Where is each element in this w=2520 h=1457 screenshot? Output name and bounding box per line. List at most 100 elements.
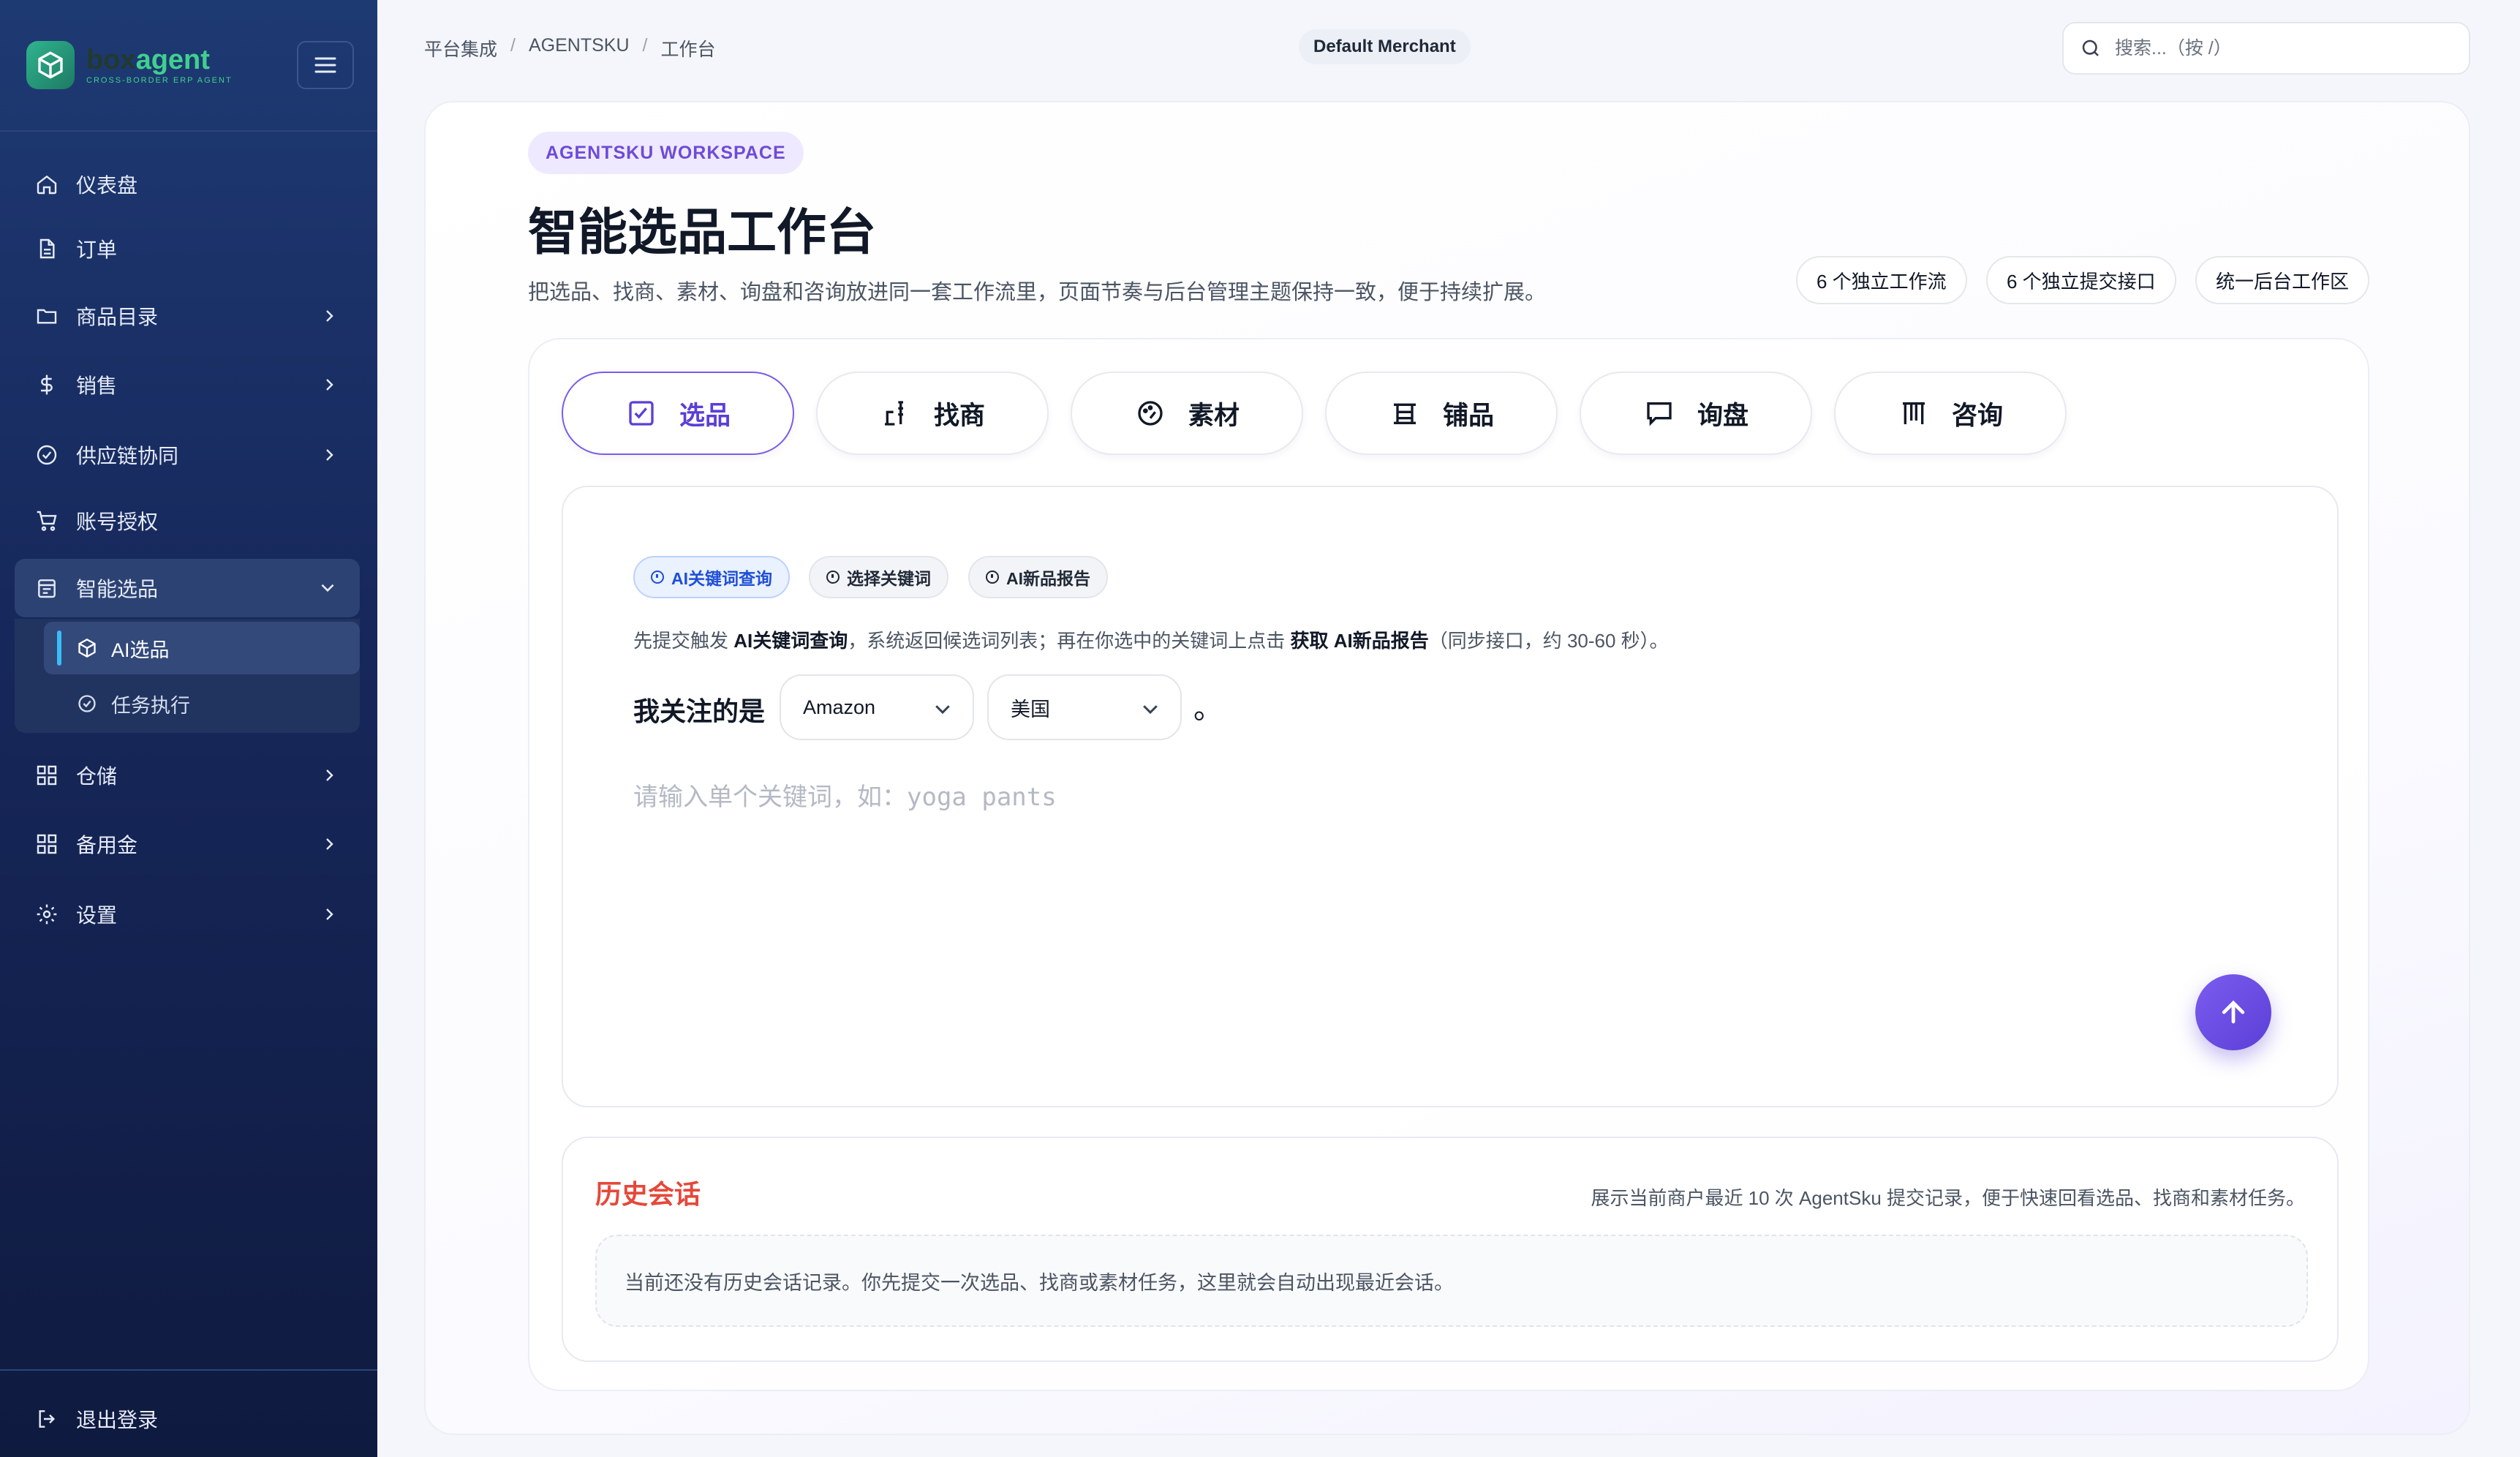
sidebar-item-warehouse[interactable]: 仓储 <box>15 746 360 805</box>
search-icon <box>2082 39 2099 56</box>
merchant-badge[interactable]: Default Merchant <box>1299 29 1471 64</box>
mode-label: 选择关键词 <box>847 569 931 588</box>
info-pill: 统一后台工作区 <box>2195 256 2370 304</box>
chevron-right-icon <box>326 908 333 920</box>
tab-selection[interactable]: 选品 <box>562 372 794 455</box>
sidebar-item-reserve-fund[interactable]: 备用金 <box>15 815 360 873</box>
info-icon <box>651 571 664 584</box>
sidebar-item-dashboard[interactable]: 仪表盘 <box>15 155 360 214</box>
sidebar-item-orders[interactable]: 订单 <box>15 219 360 278</box>
selection-panel: AI关键词查询 选择关键词 AI新品报告 先提交触发 AI关键词查询，系统返回候… <box>562 486 2339 1107</box>
mode-label: AI关键词查询 <box>671 569 772 588</box>
breadcrumb: 平台集成 / AGENTSKU / 工作台 <box>424 35 715 61</box>
workflow-container: 选品 找商 素材 铺品 询盘 咨询 AI关键词查询 选择关键词 AI新品报告 先… <box>528 338 2369 1391</box>
mode-ai-report[interactable]: AI新品报告 <box>968 556 1108 598</box>
mode-select-keyword[interactable]: 选择关键词 <box>809 556 948 598</box>
hamburger-icon <box>314 57 336 73</box>
info-pill: 6 个独立工作流 <box>1796 256 1967 304</box>
chevron-right-icon <box>326 838 333 850</box>
chevron-right-icon <box>326 310 333 322</box>
info-icon <box>826 571 840 584</box>
sidebar-item-label: 备用金 <box>76 834 138 856</box>
sidebar-item-account-auth[interactable]: 账号授权 <box>15 492 360 550</box>
sidebar-item-label: 仪表盘 <box>76 174 138 197</box>
workspace-card: AGENTSKU WORKSPACE 智能选品工作台 把选品、找商、素材、询盘和… <box>424 101 2470 1435</box>
sidebar-item-smart-selection[interactable]: 智能选品 <box>15 559 360 617</box>
check-circle-icon <box>76 693 98 715</box>
sidebar-item-catalog[interactable]: 商品目录 <box>15 287 360 345</box>
mode-label: AI新品报告 <box>1006 569 1090 588</box>
tab-label: 询盘 <box>1697 401 1748 430</box>
sidebar-subitem-label: 任务执行 <box>111 694 190 717</box>
sidebar-item-label: 销售 <box>76 374 118 397</box>
history-title: 历史会话 <box>595 1179 701 1209</box>
chevron-right-icon <box>326 769 333 781</box>
tab-find-supplier[interactable]: 找商 <box>816 372 1049 455</box>
tab-consult[interactable]: 咨询 <box>1834 372 2067 455</box>
cart-icon <box>34 508 60 534</box>
breadcrumb-separator: / <box>642 35 648 56</box>
sidebar-item-label: 设置 <box>76 904 118 927</box>
tab-inquiry[interactable]: 询盘 <box>1580 372 1812 455</box>
sidebar-item-supply-chain[interactable]: 供应链协同 <box>15 426 360 484</box>
sidebar-item-sales[interactable]: 销售 <box>15 355 360 414</box>
sidebar-subitem-ai-selection[interactable]: AI选品 <box>44 622 360 674</box>
platform-select[interactable]: Amazon <box>780 674 974 740</box>
sidebar-divider <box>0 130 377 132</box>
search-box[interactable] <box>2062 22 2470 75</box>
gear-icon <box>34 901 60 927</box>
sidebar: boxagent CROSS-BORDER ERP AGENT 仪表盘 订单 商… <box>0 0 377 1457</box>
sidebar-subitem-label: AI选品 <box>111 639 170 661</box>
document-icon <box>34 236 60 262</box>
page-description: 把选品、找商、素材、询盘和咨询放进同一套工作流里，页面节奏与后台管理主题保持一致… <box>528 281 1547 304</box>
info-icon <box>986 571 999 584</box>
keyword-input[interactable] <box>633 775 2271 819</box>
focus-label: 我关注的是 <box>633 696 766 726</box>
smart-selection-submenu: AI选品 任务执行 <box>15 619 360 733</box>
sidebar-item-settings[interactable]: 设置 <box>15 885 360 944</box>
folder-icon <box>34 303 60 329</box>
sidebar-item-label: 仓储 <box>76 765 118 788</box>
mode-ai-keyword-query[interactable]: AI关键词查询 <box>633 556 790 598</box>
chevron-right-icon <box>326 449 333 461</box>
country-value: 美国 <box>1011 698 1050 720</box>
country-select[interactable]: 美国 <box>987 674 1182 740</box>
platform-value: Amazon <box>803 696 876 718</box>
tab-listing[interactable]: 铺品 <box>1325 372 1558 455</box>
workspace-tag: AGENTSKU WORKSPACE <box>528 132 804 174</box>
menu-toggle-button[interactable] <box>297 41 354 89</box>
history-section: 历史会话 展示当前商户最近 10 次 AgentSku 提交记录，便于快速回看选… <box>562 1137 2339 1362</box>
sidebar-subitem-task-execution[interactable]: 任务执行 <box>44 677 360 730</box>
chevron-down-icon <box>321 584 334 592</box>
breadcrumb-separator: / <box>510 35 516 56</box>
logout-icon <box>34 1406 60 1432</box>
logout-button[interactable]: 退出登录 <box>15 1390 360 1448</box>
palette-icon <box>1134 397 1166 429</box>
breadcrumb-item-current: 工作台 <box>660 39 716 60</box>
breadcrumb-item[interactable]: 平台集成 <box>424 35 497 61</box>
sidebar-item-label: 智能选品 <box>76 578 159 601</box>
calendar-icon <box>34 575 60 601</box>
grid-icon <box>34 762 60 788</box>
submit-button[interactable] <box>2195 974 2271 1050</box>
brand[interactable]: boxagent CROSS-BORDER ERP AGENT <box>26 41 233 89</box>
columns-icon <box>1898 397 1930 429</box>
history-note: 展示当前商户最近 10 次 AgentSku 提交记录，便于快速回看选品、找商和… <box>1591 1187 2305 1209</box>
tab-label: 咨询 <box>1951 401 2003 430</box>
chevron-down-icon <box>1143 705 1158 715</box>
sidebar-item-label: 订单 <box>76 238 118 261</box>
cube-icon <box>76 637 98 659</box>
tab-materials[interactable]: 素材 <box>1071 372 1303 455</box>
chevron-right-icon <box>326 379 333 391</box>
sentence-end: 。 <box>1193 693 1223 725</box>
check-circle-icon <box>34 442 60 468</box>
tab-label: 找商 <box>933 401 985 430</box>
workflow-hint: 先提交触发 AI关键词查询，系统返回候选词列表；再在你选中的关键词上点击 获取 … <box>633 630 1669 652</box>
info-pill: 6 个独立提交接口 <box>1986 256 2176 304</box>
search-input[interactable] <box>2115 37 2451 59</box>
ladder-icon <box>880 397 912 429</box>
chat-icon <box>1643 397 1675 429</box>
breadcrumb-item[interactable]: AGENTSKU <box>529 35 630 61</box>
home-icon <box>34 171 60 197</box>
arrow-up-icon <box>2222 1000 2245 1024</box>
